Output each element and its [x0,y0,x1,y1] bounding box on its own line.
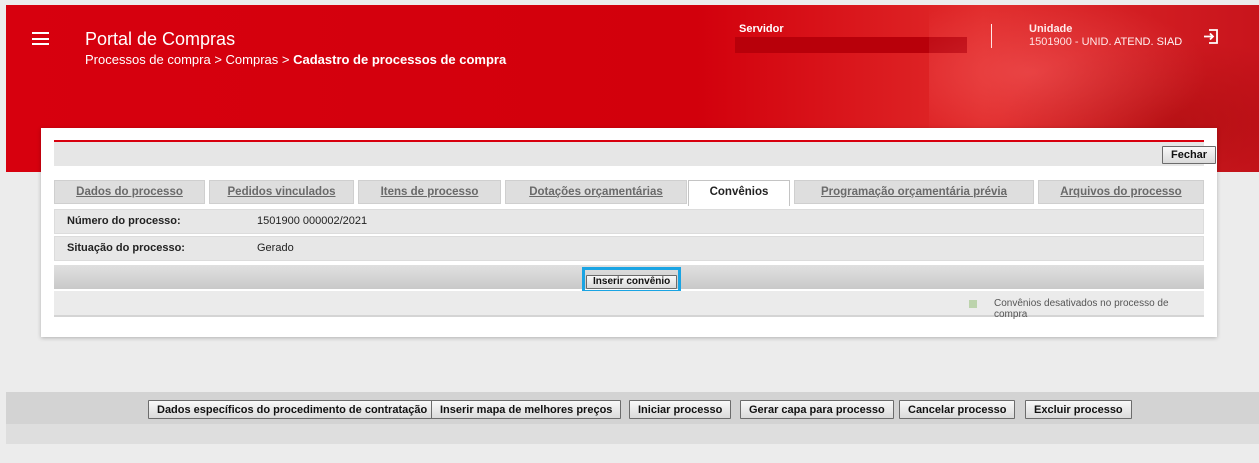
numero-processo-label: Número do processo: [67,215,181,227]
legend-swatch [969,300,977,308]
dados-especificos-button[interactable]: Dados específicos do procedimento de con… [148,400,437,419]
numero-processo-value: 1501900 000002/2021 [257,215,368,227]
situacao-processo-value: Gerado [257,242,294,254]
servidor-label: Servidor [739,23,784,35]
gerar-capa-processo-button[interactable]: Gerar capa para processo [740,400,894,419]
inserir-convenio-highlight: Inserir convênio [582,267,682,293]
action-bar: Inserir convênio [54,265,1204,293]
breadcrumb-current: Cadastro de processos de compra [293,52,507,67]
breadcrumb-path: Processos de compra > Compras > [85,52,294,67]
iniciar-processo-button[interactable]: Iniciar processo [629,400,732,419]
card-toolbar [54,142,1204,166]
fechar-button[interactable]: Fechar [1162,146,1217,164]
breadcrumb: Processos de compra > Compras > Cadastro… [85,52,506,67]
inserir-convenio-button[interactable]: Inserir convênio [586,275,678,289]
tab-pedidos-vinculados[interactable]: Pedidos vinculados [209,180,354,204]
bottom-strip [6,424,1259,444]
tab-convenios[interactable]: Convênios [688,180,790,206]
legend-row: Convênios desativados no processo de com… [54,291,1204,320]
servidor-value [735,37,967,53]
tab-programacao-orcamentaria-previa[interactable]: Programação orçamentária prévia [794,180,1034,204]
unidade-label: Unidade [1029,23,1073,35]
header-divider [991,24,992,48]
hamburger-menu-icon[interactable] [32,32,49,45]
logout-icon[interactable] [1203,29,1219,44]
unidade-value: 1501900 - UNID. ATEND. SIAD [1029,36,1183,48]
app-title: Portal de Compras [85,29,236,49]
tab-dados-do-processo[interactable]: Dados do processo [54,180,205,204]
inserir-mapa-melhores-precos-button[interactable]: Inserir mapa de melhores preços [431,400,622,419]
process-card: Fechar Dados do processo Pedidos vincula… [41,128,1217,337]
cancelar-processo-button[interactable]: Cancelar processo [899,400,1016,419]
numero-processo-row: Número do processo: 1501900 000002/2021 [54,209,1204,234]
tab-dotacoes-orcamentarias[interactable]: Dotações orçamentárias [505,180,687,204]
tab-arquivos-do-processo[interactable]: Arquivos do processo [1038,180,1204,204]
excluir-processo-button[interactable]: Excluir processo [1025,400,1132,419]
situacao-processo-label: Situação do processo: [67,242,185,254]
situacao-processo-row: Situação do processo: Gerado [54,236,1204,261]
legend-text: Convênios desativados no processo de com… [994,298,1169,320]
tab-bar: Dados do processo Pedidos vinculados Ite… [54,180,1204,206]
tab-itens-de-processo[interactable]: Itens de processo [358,180,501,204]
